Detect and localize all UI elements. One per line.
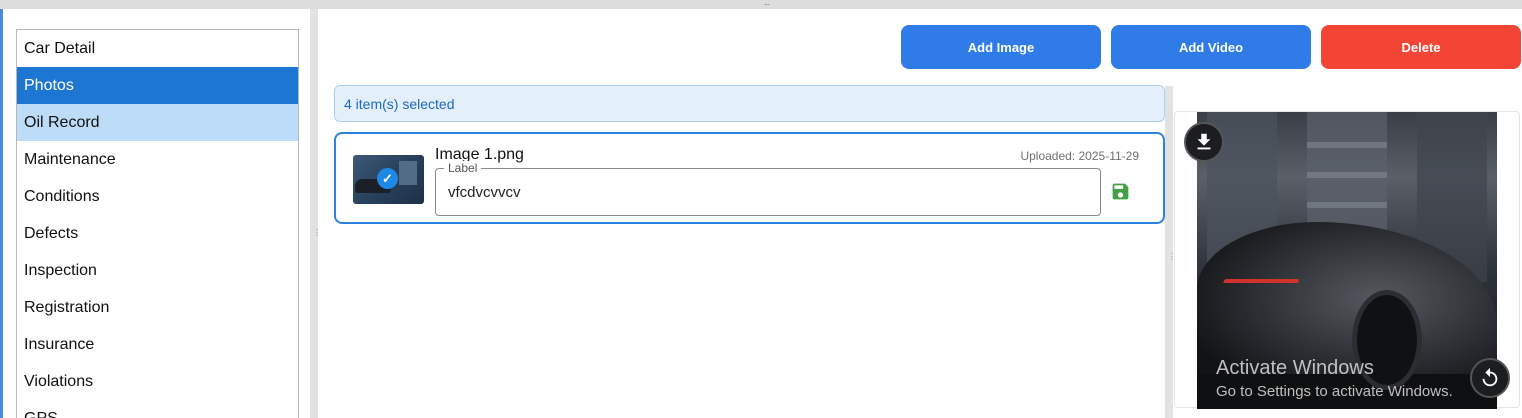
label-input[interactable] [448,181,1088,203]
sidebar-item-car-detail[interactable]: Car Detail [17,30,298,67]
sidebar-item-photos[interactable]: Photos [17,67,298,104]
photo-window-row [1307,202,1387,208]
check-icon[interactable]: ✓ [377,168,398,189]
photo-window-row [1307,142,1387,148]
sidebar-item-registration[interactable]: Registration [17,289,298,326]
sidebar-item-violations[interactable]: Violations [17,363,298,400]
sidebar-item-gps[interactable]: GPS [17,400,298,418]
photo-car-taillight [1219,279,1300,293]
preview-splitter-grip-icon[interactable]: ⋮ [1168,253,1176,265]
selection-count-text: 4 item(s) selected [344,96,455,112]
sidebar-nav: Car Detail Photos Oil Record Maintenance… [16,29,299,418]
top-resize-grip-icon[interactable]: ··· [764,1,770,9]
sidebar-item-conditions[interactable]: Conditions [17,178,298,215]
sidebar-item-defects[interactable]: Defects [17,215,298,252]
download-button[interactable] [1184,122,1224,162]
photo-car-wheel [1352,290,1422,390]
image-preview-panel [1174,111,1520,409]
label-field[interactable]: Label [435,161,1101,216]
photo-road [1197,374,1497,409]
sidebar-item-insurance[interactable]: Insurance [17,326,298,363]
add-image-button[interactable]: Add Image [901,25,1101,69]
file-card[interactable]: ✓ Image 1.png Uploaded: 2025-11-29 Label [334,132,1165,224]
download-icon[interactable] [1193,131,1215,153]
delete-button[interactable]: Delete [1321,25,1521,69]
floppy-disk-icon[interactable] [1110,181,1131,202]
top-resize-bar[interactable]: ··· [0,0,1522,9]
sidebar-item-inspection[interactable]: Inspection [17,252,298,289]
label-field-caption: Label [444,161,482,175]
preview-image [1197,112,1497,409]
sidebar-item-oil-record[interactable]: Oil Record [17,104,298,141]
thumbnail-building [399,161,417,185]
sidebar-item-maintenance[interactable]: Maintenance [17,141,298,178]
file-thumbnail[interactable]: ✓ [353,155,424,204]
selection-status-bar: 4 item(s) selected [334,85,1165,122]
sidebar-splitter[interactable]: ⋮ [310,9,321,418]
preview-splitter[interactable]: ⋮ [1165,86,1176,418]
photo-window-row [1307,172,1387,178]
splitter-grip-icon[interactable]: ⋮ [313,229,321,241]
upload-date: Uploaded: 2025-11-29 [1020,149,1139,163]
left-edge-accent [0,9,3,418]
rotate-button[interactable] [1470,358,1510,398]
add-video-button[interactable]: Add Video [1111,25,1311,69]
rotate-icon[interactable] [1479,367,1501,389]
